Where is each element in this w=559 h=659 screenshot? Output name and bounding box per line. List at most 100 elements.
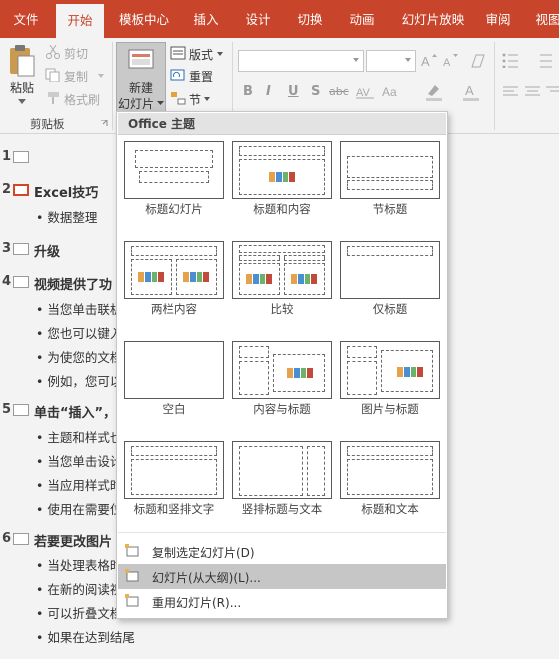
placeholder-box bbox=[347, 156, 433, 178]
tab-slideshow[interactable]: 幻灯片放映 bbox=[392, 0, 474, 38]
cut-icon[interactable] bbox=[45, 45, 61, 59]
layout-label[interactable]: 标题幻灯片 bbox=[119, 201, 229, 217]
layout-thumbnail[interactable] bbox=[340, 441, 440, 499]
layout-label[interactable]: 竖排标题与文本 bbox=[227, 501, 337, 517]
bullet-item[interactable]: • 当您单击联机 bbox=[36, 299, 122, 318]
layout-thumbnail[interactable] bbox=[232, 341, 332, 399]
strikethrough-button[interactable]: abc bbox=[329, 85, 349, 98]
bullet-item[interactable]: • 当您单击设计 bbox=[36, 451, 122, 470]
layout-dropdown-icon[interactable] bbox=[217, 52, 223, 56]
paste-icon[interactable] bbox=[8, 44, 36, 78]
bullets-icon[interactable] bbox=[502, 52, 522, 68]
layout-thumbnail[interactable] bbox=[232, 441, 332, 499]
copy-label[interactable]: 复制 bbox=[64, 68, 88, 85]
copy-dropdown-icon[interactable] bbox=[98, 74, 104, 78]
tab-insert[interactable]: 插入 bbox=[184, 0, 228, 38]
layout-label[interactable]: 内容与标题 bbox=[227, 401, 337, 417]
tab-review[interactable]: 审阅 bbox=[478, 0, 518, 38]
align-right-icon[interactable] bbox=[546, 85, 559, 99]
italic-button[interactable]: I bbox=[266, 84, 271, 99]
decrease-font-icon[interactable]: A bbox=[442, 54, 460, 68]
layout-icon[interactable] bbox=[170, 46, 186, 60]
layout-thumbnail[interactable] bbox=[340, 341, 440, 399]
cut-label[interactable]: 剪切 bbox=[64, 45, 88, 62]
layout-thumbnail[interactable] bbox=[124, 341, 224, 399]
layout-thumbnail[interactable] bbox=[340, 141, 440, 199]
tab-template-center[interactable]: 模板中心 bbox=[110, 0, 178, 38]
slide-title[interactable]: 单击“插入”，然 bbox=[34, 402, 129, 421]
layout-label[interactable]: 标题和内容 bbox=[227, 201, 337, 217]
menu-item[interactable]: 复制选定幻灯片(D) bbox=[118, 539, 446, 564]
section-label[interactable]: 节 bbox=[189, 91, 201, 108]
bullet-item[interactable]: • 在新的阅读视 bbox=[36, 579, 122, 598]
font-name-combo[interactable] bbox=[238, 50, 364, 72]
highlight-icon[interactable] bbox=[425, 82, 443, 102]
layout-thumbnail[interactable] bbox=[232, 141, 332, 199]
bullet-item[interactable]: • 例如，您可以 bbox=[36, 371, 122, 390]
bullet-item[interactable]: • 为使您的文档 bbox=[36, 347, 122, 366]
font-color-icon[interactable]: A bbox=[462, 82, 480, 102]
section-dropdown-icon[interactable] bbox=[204, 97, 210, 101]
bullet-item[interactable]: • 您也可以键入 bbox=[36, 323, 122, 342]
layout-label[interactable]: 空白 bbox=[119, 401, 229, 417]
new-slide-button[interactable]: 新建 幻灯片 bbox=[116, 42, 166, 116]
layout-thumbnail[interactable] bbox=[124, 141, 224, 199]
layout-thumbnail[interactable] bbox=[124, 241, 224, 299]
clear-formatting-icon[interactable] bbox=[470, 53, 488, 69]
font-size-combo[interactable] bbox=[366, 50, 416, 72]
clipboard-launcher-icon[interactable] bbox=[101, 120, 108, 127]
bullet-item[interactable]: • 可以折叠文档 bbox=[36, 603, 122, 622]
section-icon[interactable] bbox=[170, 91, 186, 105]
layout-label[interactable]: 两栏内容 bbox=[119, 301, 229, 317]
bold-button[interactable]: B bbox=[243, 84, 253, 99]
shadow-button[interactable]: S bbox=[311, 84, 320, 99]
align-center-icon[interactable] bbox=[524, 85, 542, 99]
tab-view[interactable]: 视图 bbox=[528, 0, 559, 38]
bullet-item[interactable]: • 当处理表格时 bbox=[36, 555, 122, 574]
reset-label[interactable]: 重置 bbox=[189, 68, 213, 85]
layout-label[interactable]: 标题和竖排文字 bbox=[119, 501, 229, 517]
tab-design[interactable]: 设计 bbox=[236, 0, 280, 38]
slide-title[interactable]: 视频提供了功 bbox=[34, 274, 112, 293]
layout-thumbnail[interactable] bbox=[124, 441, 224, 499]
copy-icon[interactable] bbox=[45, 68, 61, 82]
tab-animations[interactable]: 动画 bbox=[340, 0, 384, 38]
menu-item[interactable]: 重用幻灯片(R)... bbox=[118, 589, 446, 614]
numbering-icon[interactable] bbox=[534, 52, 554, 68]
tab-transitions[interactable]: 切换 bbox=[288, 0, 332, 38]
increase-font-icon[interactable]: A bbox=[420, 54, 438, 68]
reset-icon[interactable] bbox=[170, 68, 186, 82]
paste-label[interactable]: 粘贴 bbox=[10, 79, 34, 96]
layout-label[interactable]: 版式 bbox=[189, 46, 213, 63]
slide-thumbnail[interactable] bbox=[13, 151, 29, 163]
align-left-icon[interactable] bbox=[502, 85, 520, 99]
bullet-item[interactable]: • 数据整理 bbox=[36, 207, 97, 226]
layout-label[interactable]: 比较 bbox=[227, 301, 337, 317]
layout-label[interactable]: 节标题 bbox=[335, 201, 445, 217]
change-case-icon[interactable]: Aa bbox=[382, 85, 406, 99]
slide-title[interactable]: 升级 bbox=[34, 241, 60, 260]
paste-dropdown-icon[interactable] bbox=[18, 99, 26, 105]
slide-title[interactable]: 若要更改图片 bbox=[34, 531, 112, 550]
slide-thumbnail[interactable] bbox=[13, 184, 29, 196]
slide-thumbnail[interactable] bbox=[13, 243, 29, 255]
menu-item[interactable]: 幻灯片(从大纲)(L)... bbox=[118, 564, 446, 589]
layout-thumbnail[interactable] bbox=[232, 241, 332, 299]
bullet-item[interactable]: • 当应用样式时 bbox=[36, 475, 122, 494]
slide-title[interactable]: Excel技巧 bbox=[34, 182, 98, 201]
bullet-item[interactable]: • 主题和样式也 bbox=[36, 427, 122, 446]
layout-label[interactable]: 图片与标题 bbox=[335, 401, 445, 417]
underline-button[interactable]: U bbox=[288, 84, 299, 99]
tab-file[interactable]: 文件 bbox=[0, 0, 52, 38]
slide-thumbnail[interactable] bbox=[13, 533, 29, 545]
layout-thumbnail[interactable] bbox=[340, 241, 440, 299]
bullet-item[interactable]: • 如果在达到结尾 bbox=[36, 627, 135, 646]
layout-label[interactable]: 仅标题 bbox=[335, 301, 445, 317]
layout-label[interactable]: 标题和文本 bbox=[335, 501, 445, 517]
bullet-item[interactable]: • 使用在需要位 bbox=[36, 499, 122, 518]
format-painter-label[interactable]: 格式刷 bbox=[64, 91, 100, 108]
slide-thumbnail[interactable] bbox=[13, 404, 29, 416]
tab-home[interactable]: 开始 bbox=[56, 4, 104, 38]
slide-thumbnail[interactable] bbox=[13, 276, 29, 288]
format-painter-icon[interactable] bbox=[45, 91, 61, 105]
